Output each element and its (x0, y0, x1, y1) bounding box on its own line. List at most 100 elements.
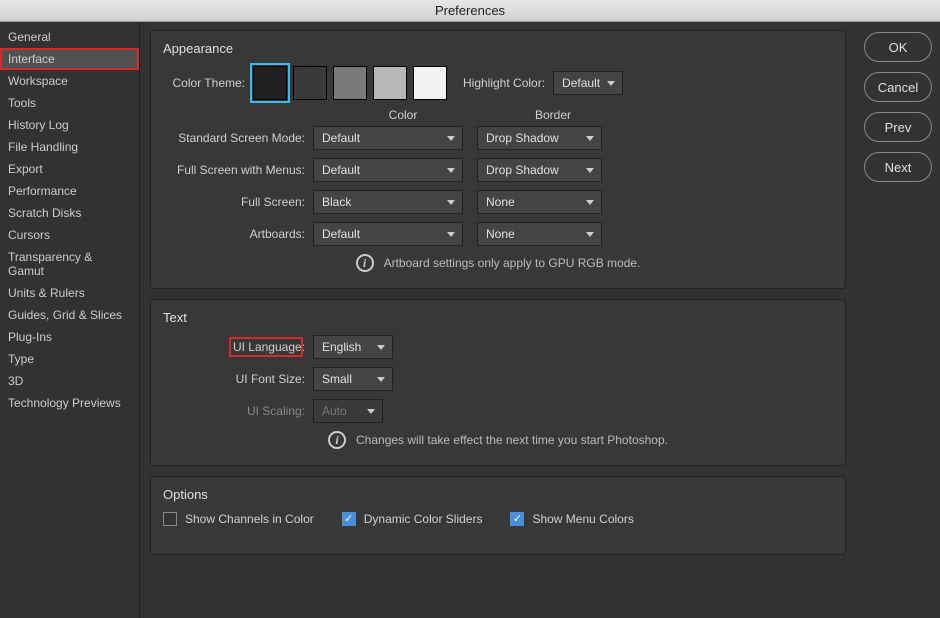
select-value: None (486, 227, 515, 241)
next-label: Next (885, 160, 912, 175)
main-panel: Appearance Color Theme: Highlight Color:… (140, 22, 856, 618)
prev-button[interactable]: Prev (864, 112, 932, 142)
select-value: Drop Shadow (486, 163, 559, 177)
screen-mode-label: Artboards: (163, 227, 313, 241)
sidebar-item-general[interactable]: General (0, 26, 139, 48)
color-theme-row: Color Theme: Highlight Color: Default (163, 66, 833, 100)
screen-mode-label: Full Screen: (163, 195, 313, 209)
screen-mode-label: Standard Screen Mode: (163, 131, 313, 145)
sidebar-item-interface[interactable]: Interface (0, 48, 139, 70)
screen-mode-color-select[interactable]: Black (313, 190, 463, 214)
ui-language-label: UI Language: (233, 340, 305, 354)
cancel-label: Cancel (878, 80, 918, 95)
screen-mode-row: Full Screen: Black None (163, 190, 833, 214)
sidebar: GeneralInterfaceWorkspaceToolsHistory Lo… (0, 22, 140, 618)
theme-swatch-3[interactable] (373, 66, 407, 100)
select-value: Default (322, 163, 360, 177)
option-row: Show Channels in Color (163, 512, 314, 526)
window-body: GeneralInterfaceWorkspaceToolsHistory Lo… (0, 22, 940, 618)
screen-mode-border-select[interactable]: Drop Shadow (477, 126, 602, 150)
options-title: Options (163, 487, 833, 502)
theme-swatch-2[interactable] (333, 66, 367, 100)
screen-mode-row: Full Screen with Menus: Default Drop Shado… (163, 158, 833, 182)
sidebar-item-history-log[interactable]: History Log (0, 114, 139, 136)
option-label: Dynamic Color Sliders (364, 512, 483, 526)
sidebar-item-technology-previews[interactable]: Technology Previews (0, 392, 139, 414)
option-row: Dynamic Color Sliders (342, 512, 483, 526)
screen-mode-color-select[interactable]: Default (313, 126, 463, 150)
sidebar-item-cursors[interactable]: Cursors (0, 224, 139, 246)
theme-swatch-0[interactable] (253, 66, 287, 100)
appearance-section: Appearance Color Theme: Highlight Color:… (150, 30, 846, 289)
sidebar-item-workspace[interactable]: Workspace (0, 70, 139, 92)
next-button[interactable]: Next (864, 152, 932, 182)
sidebar-item-scratch-disks[interactable]: Scratch Disks (0, 202, 139, 224)
screen-mode-row: Standard Screen Mode:Default Drop Shadow (163, 126, 833, 150)
sidebar-item-type[interactable]: Type (0, 348, 139, 370)
theme-swatch-1[interactable] (293, 66, 327, 100)
info-icon: i (328, 431, 346, 449)
select-value: Default (322, 227, 360, 241)
ui-scaling-row: UI Scaling: Auto (163, 399, 833, 423)
screen-mode-label: Full Screen with Menus: (163, 163, 313, 177)
color-theme-swatches (253, 66, 447, 100)
dialog-buttons: OK Cancel Prev Next (856, 22, 940, 618)
screen-mode-color-select[interactable]: Default (313, 158, 463, 182)
window-title: Preferences (435, 3, 505, 18)
highlight-color-label: Highlight Color: (463, 76, 545, 90)
ui-font-size-label: UI Font Size: (163, 372, 313, 386)
cancel-button[interactable]: Cancel (864, 72, 932, 102)
ui-language-select[interactable]: English (313, 335, 393, 359)
option-row: Show Menu Colors (510, 512, 633, 526)
ui-font-size-select[interactable]: Small (313, 367, 393, 391)
select-value: Black (322, 195, 351, 209)
screen-mode-headers: Color Border (323, 108, 833, 122)
appearance-info-row: i Artboard settings only apply to GPU RG… (163, 254, 833, 272)
highlight-color-select[interactable]: Default (553, 71, 623, 95)
text-info-row: i Changes will take effect the next time… (163, 431, 833, 449)
screen-mode-row: Artboards: Default None (163, 222, 833, 246)
option-checkbox[interactable] (163, 512, 177, 526)
ok-label: OK (889, 40, 908, 55)
screen-mode-border-select[interactable]: None (477, 222, 602, 246)
text-title: Text (163, 310, 833, 325)
sidebar-item-units-rulers[interactable]: Units & Rulers (0, 282, 139, 304)
sidebar-item-performance[interactable]: Performance (0, 180, 139, 202)
sidebar-item-3d[interactable]: 3D (0, 370, 139, 392)
sidebar-item-plug-ins[interactable]: Plug-Ins (0, 326, 139, 348)
options-section: Options Show Channels in Color Dynamic Co… (150, 476, 846, 555)
ui-language-label-cell: UI Language: (163, 340, 313, 354)
ui-scaling-label: UI Scaling: (163, 404, 313, 418)
option-label: Show Menu Colors (532, 512, 633, 526)
screen-mode-color-select[interactable]: Default (313, 222, 463, 246)
ui-font-size-row: UI Font Size: Small (163, 367, 833, 391)
col-color-header: Color (323, 108, 483, 122)
option-checkbox[interactable] (342, 512, 356, 526)
highlight-color-value: Default (562, 76, 600, 90)
sidebar-item-transparency-gamut[interactable]: Transparency & Gamut (0, 246, 139, 282)
appearance-info-text: Artboard settings only apply to GPU RGB … (384, 256, 641, 270)
screen-mode-border-select[interactable]: None (477, 190, 602, 214)
text-info-text: Changes will take effect the next time y… (356, 433, 668, 447)
sidebar-item-tools[interactable]: Tools (0, 92, 139, 114)
sidebar-item-export[interactable]: Export (0, 158, 139, 180)
ok-button[interactable]: OK (864, 32, 932, 62)
info-icon: i (356, 254, 374, 272)
appearance-title: Appearance (163, 41, 833, 56)
titlebar: Preferences (0, 0, 940, 22)
ui-language-value: English (322, 340, 361, 354)
screen-mode-border-select[interactable]: Drop Shadow (477, 158, 602, 182)
prev-label: Prev (885, 120, 912, 135)
theme-swatch-4[interactable] (413, 66, 447, 100)
sidebar-item-guides-grid-slices[interactable]: Guides, Grid & Slices (0, 304, 139, 326)
select-value: None (486, 195, 515, 209)
select-value: Drop Shadow (486, 131, 559, 145)
ui-font-size-value: Small (322, 372, 352, 386)
option-checkbox[interactable] (510, 512, 524, 526)
highlight-color-group: Highlight Color: Default (463, 71, 623, 95)
ui-language-row: UI Language: English (163, 335, 833, 359)
ui-scaling-value: Auto (322, 404, 347, 418)
sidebar-item-file-handling[interactable]: File Handling (0, 136, 139, 158)
ui-scaling-select: Auto (313, 399, 383, 423)
color-theme-label: Color Theme: (163, 76, 253, 90)
